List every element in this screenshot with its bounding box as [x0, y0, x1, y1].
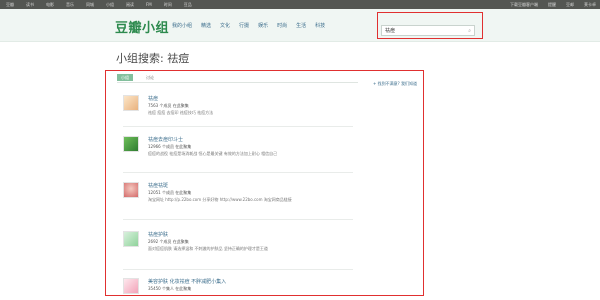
nav-travel[interactable]: 行摄	[239, 22, 249, 29]
top-link-movies[interactable]: 电影	[46, 1, 54, 8]
top-link-products[interactable]: 豆品	[184, 1, 192, 8]
tab-discussions[interactable]: 讨论	[142, 74, 158, 81]
page-title: 小组搜索: 祛痘	[116, 52, 190, 65]
group-meta: 12051 个成员 在此聚集	[148, 190, 192, 195]
messages-link[interactable]: 豆邮	[566, 1, 574, 8]
top-link-fm[interactable]: FM	[146, 1, 152, 8]
divider	[123, 269, 353, 270]
divider	[123, 219, 353, 220]
results-highlight-panel: 小组 讨论 祛痘 7563 个成员 在此聚集 祛痘 痘痘 去痘印 祛痘技巧 祛痘…	[105, 70, 424, 296]
group-meta: 2692 个成员 在此聚集	[148, 239, 189, 244]
search-highlight-box	[377, 12, 483, 39]
group-name[interactable]: 祛痘护肤	[148, 231, 168, 238]
group-name[interactable]: 祛痘祛斑	[148, 182, 168, 189]
top-links: 豆瓣 读书 电影 音乐 同城 小组 阅读 FM 时间 豆品	[6, 1, 192, 8]
group-name[interactable]: 祛痘去痘印斗士	[148, 136, 183, 143]
top-right-links: 下载豆瓣客户端 提醒 豆邮 莱卡卓	[510, 1, 596, 8]
divider	[123, 172, 353, 173]
main-nav: 我的小组 精选 文化 行摄 娱乐 时尚 生活 科技	[172, 22, 325, 29]
group-name[interactable]: 祛痘	[148, 95, 158, 102]
top-link-local[interactable]: 同城	[86, 1, 94, 8]
group-meta: 35450 个集人 在此聚集	[148, 286, 192, 291]
nav-life[interactable]: 生活	[296, 22, 306, 29]
group-desc: 痘痘的战役 祛痘是场消耗战 恒心是最关键 有效的方法加上耐心 相信自己	[148, 151, 278, 156]
divider	[123, 126, 353, 127]
top-link-reading[interactable]: 阅读	[126, 1, 134, 8]
nav-entertainment[interactable]: 娱乐	[258, 22, 268, 29]
site-header: 豆瓣小组 我的小组 精选 文化 行摄 娱乐 时尚 生活 科技 祛痘 ⌕	[0, 9, 600, 42]
group-meta: 12966 个成员 在此聚集	[148, 144, 192, 149]
group-desc: 面对痘痘肌肤 请选择温和 不刺激的护肤品 坚持正确的护理才是王道	[148, 246, 268, 251]
group-avatar[interactable]	[123, 278, 139, 294]
download-app-link[interactable]: 下载豆瓣客户端	[510, 1, 538, 8]
top-link-groups[interactable]: 小组	[106, 1, 114, 8]
group-desc: 淘宝网址 http://p.22bo.com 分享好物 http://www.2…	[148, 197, 292, 202]
notifications-link[interactable]: 提醒	[548, 1, 556, 8]
top-bar: 豆瓣 读书 电影 音乐 同城 小组 阅读 FM 时间 豆品 下载豆瓣客户端 提醒…	[0, 0, 600, 9]
group-meta: 7563 个成员 在此聚集	[148, 103, 189, 108]
nav-tech[interactable]: 科技	[315, 22, 325, 29]
top-link-books[interactable]: 读书	[26, 1, 34, 8]
tab-groups[interactable]: 小组	[117, 74, 133, 81]
group-avatar[interactable]	[123, 231, 139, 247]
top-link-time[interactable]: 时间	[164, 1, 172, 8]
groups-logo[interactable]: 豆瓣小组	[115, 17, 169, 36]
group-desc: 祛痘 痘痘 去痘印 祛痘技巧 祛痘方法	[148, 110, 214, 115]
nav-my-groups[interactable]: 我的小组	[172, 22, 192, 29]
top-link-music[interactable]: 音乐	[66, 1, 74, 8]
top-link-douban[interactable]: 豆瓣	[6, 1, 14, 8]
nav-culture[interactable]: 文化	[220, 22, 230, 29]
result-tabs: 小组 讨论	[117, 74, 358, 83]
group-avatar[interactable]	[123, 136, 139, 152]
group-name[interactable]: 美容护肤 化妆祛痘 不胖减肥小集入	[148, 278, 226, 285]
nav-featured[interactable]: 精选	[201, 22, 211, 29]
nav-fashion[interactable]: 时尚	[277, 22, 287, 29]
account-link[interactable]: 莱卡卓	[584, 1, 596, 8]
group-avatar[interactable]	[123, 95, 139, 111]
not-satisfied-link[interactable]: + 找到不满意? 我们知道	[373, 81, 417, 87]
group-avatar[interactable]	[123, 182, 139, 198]
